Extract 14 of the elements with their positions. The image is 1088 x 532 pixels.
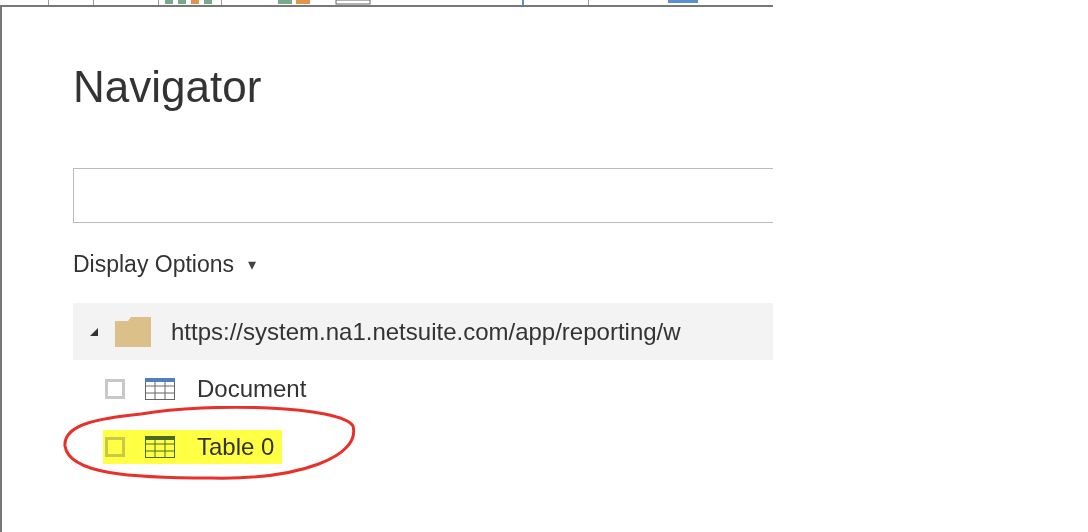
tree-item-label[interactable]: Table 0 (197, 433, 275, 461)
expand-triangle-icon[interactable] (89, 326, 99, 337)
search-field[interactable] (73, 168, 773, 223)
tree-item-label[interactable]: Document (197, 375, 307, 403)
checkbox[interactable] (105, 379, 125, 399)
table-icon (145, 436, 175, 458)
display-options-dropdown[interactable]: Display Options ▾ (73, 249, 257, 279)
checkbox[interactable] (105, 437, 125, 457)
dialog-title: Navigator (73, 61, 263, 113)
tree-folder-row[interactable]: https://system.na1.netsuite.com/app/reporting/w (73, 303, 773, 360)
tree-item-label: https://system.na1.netsuite.com/app/reporting/w (171, 317, 681, 346)
table-icon (145, 378, 175, 400)
caret-icon: ▾ (248, 254, 257, 274)
folder-icon (115, 316, 151, 347)
